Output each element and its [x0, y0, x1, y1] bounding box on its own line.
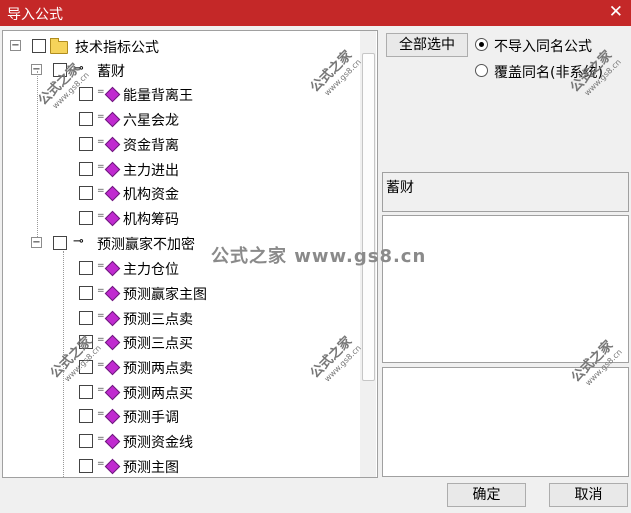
diamond-icon	[104, 359, 121, 376]
cancel-button[interactable]: 取消	[549, 483, 628, 507]
description-box	[382, 215, 629, 363]
tree-node-label: 预测赢家不加密	[97, 237, 195, 253]
tree-node-label: 蓄财	[97, 64, 125, 80]
formula-icon: =	[97, 360, 105, 370]
tree-item-label: 预测资金线	[123, 435, 193, 451]
tree-item-label: 预测三点买	[123, 336, 193, 352]
radio-overwrite[interactable]	[475, 64, 488, 77]
radio-no-import[interactable]	[475, 38, 488, 51]
tree-checkbox[interactable]	[79, 261, 93, 275]
diamond-icon	[104, 310, 121, 327]
tree-item[interactable]: = 预测两点买	[53, 382, 273, 402]
tree-item-label: 预测主图	[123, 460, 179, 476]
diamond-icon	[104, 210, 121, 227]
formula-icon: =	[97, 186, 105, 196]
tree-item[interactable]: = 预测主图	[53, 456, 273, 476]
tree-item-label: 能量背离王	[123, 88, 193, 104]
tree-item-label: 资金背离	[123, 138, 179, 154]
tree-item-label: 预测手调	[123, 410, 179, 426]
tree-checkbox[interactable]	[79, 137, 93, 151]
tree-item[interactable]: = 主力进出	[53, 159, 253, 179]
tree-node-label: 技术指标公式	[75, 40, 159, 56]
title-bar: 导入公式 ✕	[0, 0, 631, 26]
diamond-icon	[104, 285, 121, 302]
formula-name-text: 蓄财	[386, 180, 414, 196]
scrollbar-thumb[interactable]	[362, 53, 375, 381]
diamond-icon	[104, 185, 121, 202]
tree-checkbox[interactable]	[79, 162, 93, 176]
formula-icon: =	[97, 434, 105, 444]
tree-item[interactable]: = 预测赢家主图	[53, 283, 273, 303]
tree-item[interactable]: = 预测三点卖	[53, 308, 273, 328]
tree-item[interactable]: = 六星会龙	[53, 109, 253, 129]
tree-checkbox[interactable]	[79, 311, 93, 325]
formula-icon: =	[97, 87, 105, 97]
tree-item-label: 六星会龙	[123, 113, 179, 129]
tree-item-label: 预测三点卖	[123, 312, 193, 328]
formula-icon: =	[97, 112, 105, 122]
tree-item[interactable]: = 能量背离王	[53, 84, 253, 104]
tree-item-label: 预测两点卖	[123, 361, 193, 377]
tree-item[interactable]: = 机构筹码	[53, 208, 253, 228]
diamond-icon	[104, 384, 121, 401]
tree-item-label: 主力进出	[123, 163, 179, 179]
diamond-icon	[104, 86, 121, 103]
formula-icon: =	[97, 286, 105, 296]
diamond-icon	[104, 260, 121, 277]
tree-item-label: 机构资金	[123, 187, 179, 203]
formula-icon: =	[97, 162, 105, 172]
tree-checkbox[interactable]	[79, 87, 93, 101]
formula-icon: =	[97, 261, 105, 271]
tree-item[interactable]: = 预测资金线	[53, 431, 273, 451]
tree-item[interactable]: = 预测手调	[53, 406, 273, 426]
diamond-icon	[104, 433, 121, 450]
tree-item-label: 机构筹码	[123, 212, 179, 228]
diamond-icon	[104, 111, 121, 128]
folder-icon	[50, 38, 68, 54]
select-all-button[interactable]: 全部选中	[386, 33, 468, 57]
tree-checkbox[interactable]	[79, 211, 93, 225]
tree-checkbox[interactable]	[79, 385, 93, 399]
close-icon[interactable]: ✕	[609, 2, 623, 22]
diamond-icon	[104, 458, 121, 475]
tree-item[interactable]: = 机构资金	[53, 183, 253, 203]
diamond-icon	[104, 136, 121, 153]
formula-icon: =	[97, 385, 105, 395]
tree-checkbox[interactable]	[53, 236, 67, 250]
formula-icon: =	[97, 137, 105, 147]
tree-item-label: 主力仓位	[123, 262, 179, 278]
tree-checkbox[interactable]	[79, 434, 93, 448]
key-icon: ⊸	[73, 234, 84, 249]
formula-icon: =	[97, 311, 105, 321]
watermark-center: 公式之家 www.gs8.cn	[211, 246, 427, 267]
tree-checkbox[interactable]	[79, 186, 93, 200]
diamond-icon	[104, 334, 121, 351]
formula-icon: =	[97, 335, 105, 345]
tree-checkbox[interactable]	[79, 286, 93, 300]
tree-item-label: 预测两点买	[123, 386, 193, 402]
tree-checkbox[interactable]	[79, 409, 93, 423]
tree-checkbox[interactable]	[32, 39, 46, 53]
radio-no-import-label: 不导入同名公式	[494, 39, 592, 55]
tree-checkbox[interactable]	[79, 459, 93, 473]
formula-icon: =	[97, 409, 105, 419]
tree-checkbox[interactable]	[79, 112, 93, 126]
expander-icon[interactable]: −	[31, 237, 42, 248]
tree-node-root[interactable]: − 技术指标公式	[9, 36, 309, 56]
tree-item-label: 预测赢家主图	[123, 287, 207, 303]
formula-name-box: 蓄财	[382, 172, 629, 212]
window-title: 导入公式	[7, 7, 63, 23]
diamond-icon	[104, 161, 121, 178]
formula-icon: =	[97, 211, 105, 221]
formula-icon: =	[97, 459, 105, 469]
tree-item[interactable]: = 资金背离	[53, 134, 253, 154]
diamond-icon	[104, 408, 121, 425]
ok-button[interactable]: 确定	[447, 483, 526, 507]
expander-icon[interactable]: −	[10, 40, 21, 51]
